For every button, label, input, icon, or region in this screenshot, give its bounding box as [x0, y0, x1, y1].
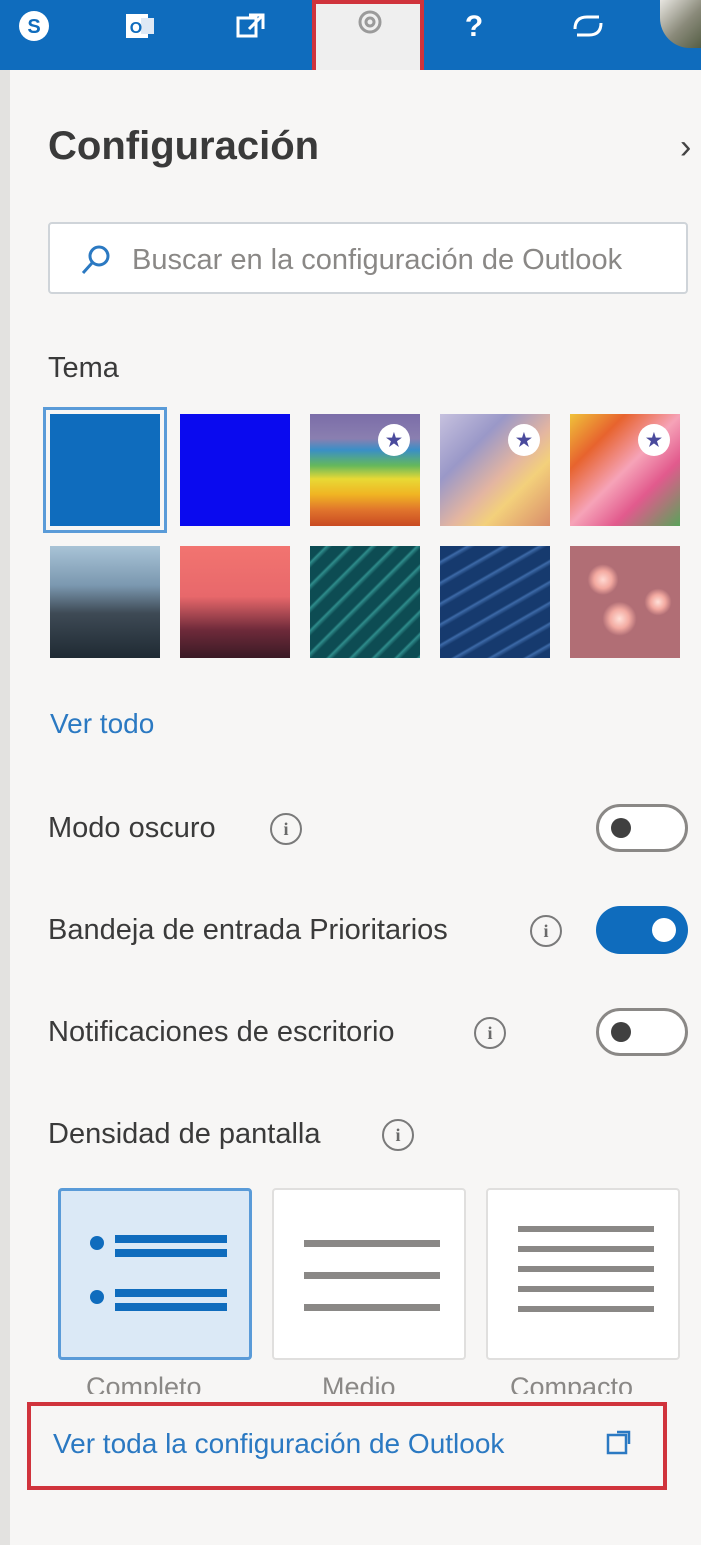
premium-star-icon: ★ — [638, 424, 670, 456]
avatar[interactable] — [660, 0, 701, 48]
info-icon[interactable]: i — [530, 915, 562, 947]
desktop-notifications-label: Notificaciones de escritorio — [48, 1016, 395, 1048]
close-icon[interactable]: › — [680, 128, 691, 167]
feedback-icon[interactable] — [566, 4, 610, 48]
search-input[interactable] — [132, 240, 680, 280]
theme-tile-palm-sunset[interactable] — [180, 546, 290, 658]
dark-mode-toggle[interactable] — [596, 804, 688, 852]
density-full-preview — [90, 1235, 227, 1311]
density-medium-preview — [304, 1240, 440, 1311]
skype-icon[interactable]: S — [12, 4, 56, 48]
info-icon[interactable]: i — [474, 1017, 506, 1049]
display-density-label: Densidad de pantalla — [48, 1118, 321, 1150]
density-caption-full: Completo — [86, 1372, 202, 1394]
search-icon — [81, 245, 110, 275]
focused-inbox-label: Bandeja de entrada Prioritarios — [48, 914, 448, 946]
settings-search[interactable] — [48, 222, 688, 294]
svg-text:O: O — [130, 20, 142, 37]
info-icon[interactable]: i — [270, 813, 302, 845]
popout-icon[interactable] — [605, 1428, 633, 1456]
density-option-full[interactable] — [58, 1188, 252, 1360]
left-edge-strip — [0, 70, 10, 1545]
top-bar: S O ? — [0, 0, 701, 76]
help-icon[interactable]: ? — [452, 4, 496, 48]
theme-tile-bokeh[interactable] — [570, 546, 680, 658]
svg-text:?: ? — [465, 10, 483, 43]
desktop-notifications-toggle[interactable] — [596, 1008, 688, 1056]
svg-text:S: S — [27, 16, 40, 38]
density-caption-compact: Compacto — [510, 1372, 634, 1394]
theme-label: Tema — [48, 352, 119, 384]
premium-star-icon: ★ — [508, 424, 540, 456]
view-all-settings-link[interactable]: Ver toda la configuración de Outlook — [53, 1428, 504, 1460]
density-caption-medium: Medio — [322, 1372, 396, 1394]
all-settings-highlight: Ver toda la configuración de Outlook — [27, 1402, 667, 1490]
gear-icon — [358, 10, 382, 34]
theme-tile-blue[interactable] — [43, 407, 167, 533]
density-compact-preview — [518, 1226, 654, 1312]
theme-tile-mountain[interactable] — [50, 546, 160, 658]
office-icon[interactable]: O — [118, 4, 162, 48]
premium-star-icon: ★ — [378, 424, 410, 456]
info-icon[interactable]: i — [382, 1119, 414, 1151]
panel-title: Configuración — [48, 124, 320, 168]
density-option-compact[interactable] — [486, 1188, 680, 1360]
dark-mode-label: Modo oscuro — [48, 812, 216, 844]
focused-inbox-toggle[interactable] — [596, 906, 688, 954]
theme-tile-stripes[interactable]: ★ — [310, 414, 420, 526]
theme-tile-bright-blue[interactable] — [180, 414, 290, 526]
share-icon[interactable] — [228, 4, 272, 48]
theme-tile-abstract[interactable]: ★ — [440, 414, 550, 526]
settings-button[interactable] — [312, 0, 424, 76]
theme-tile-circuit[interactable] — [310, 546, 420, 658]
see-all-themes-link[interactable]: Ver todo — [50, 708, 154, 740]
density-option-medium[interactable] — [272, 1188, 466, 1360]
theme-tile-lines-blue[interactable] — [440, 546, 550, 658]
theme-tile-colorful[interactable]: ★ — [570, 414, 680, 526]
